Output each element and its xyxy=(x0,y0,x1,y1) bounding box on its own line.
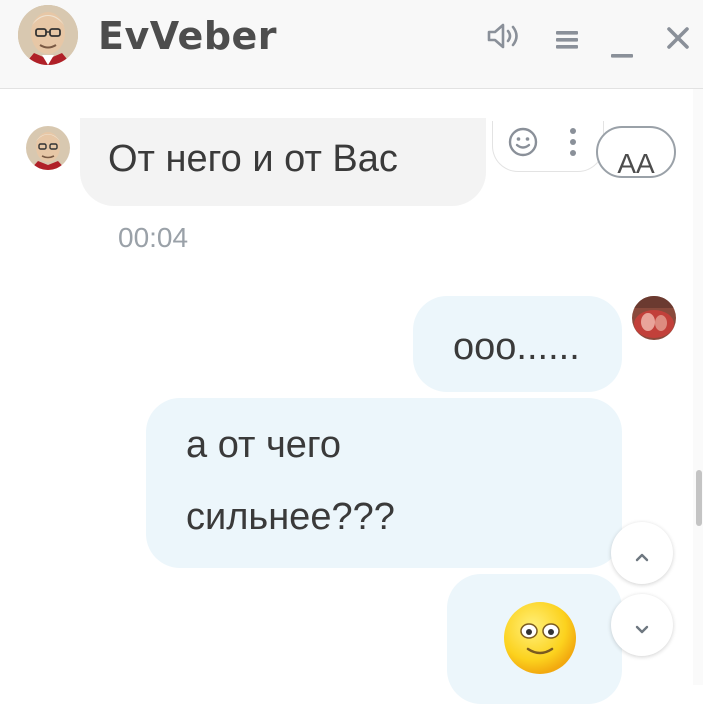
speaker-icon[interactable] xyxy=(486,22,524,50)
message-line-2: сильнее??? xyxy=(186,496,395,538)
scrollbar-track[interactable] xyxy=(693,89,703,685)
chat-header: EvVeber xyxy=(0,0,703,89)
more-vertical-icon[interactable] xyxy=(569,127,577,157)
message-actions xyxy=(492,121,604,172)
message-line-1: а от чего xyxy=(186,424,342,466)
sender-avatar[interactable] xyxy=(26,126,70,170)
own-avatar[interactable] xyxy=(632,296,676,340)
close-icon[interactable] xyxy=(665,25,691,51)
message-timestamp: 00:04 xyxy=(118,222,189,253)
outgoing-message-bubble[interactable]: ооо...... xyxy=(413,296,622,392)
smiley-icon[interactable] xyxy=(507,126,539,158)
contact-name[interactable]: EvVeber xyxy=(98,14,277,58)
smiling-face-emoji xyxy=(501,599,579,677)
font-size-label: AA xyxy=(617,148,655,179)
scroll-down-button[interactable] xyxy=(611,594,673,656)
font-size-button[interactable]: AA xyxy=(596,126,676,178)
outgoing-message-bubble[interactable]: а от чего сильнее??? xyxy=(146,398,622,568)
minimize-icon[interactable] xyxy=(610,18,634,60)
hamburger-menu-icon[interactable] xyxy=(555,30,579,50)
message-text: От него и от Вас xyxy=(108,138,398,180)
scroll-up-button[interactable] xyxy=(611,522,673,584)
scrollbar-thumb[interactable] xyxy=(696,470,702,526)
contact-avatar[interactable] xyxy=(18,5,78,65)
chevron-down-icon xyxy=(635,620,649,634)
incoming-message-bubble[interactable]: От него и от Вас xyxy=(80,118,486,206)
message-text: ооо...... xyxy=(453,326,580,368)
chevron-up-icon xyxy=(635,547,649,562)
